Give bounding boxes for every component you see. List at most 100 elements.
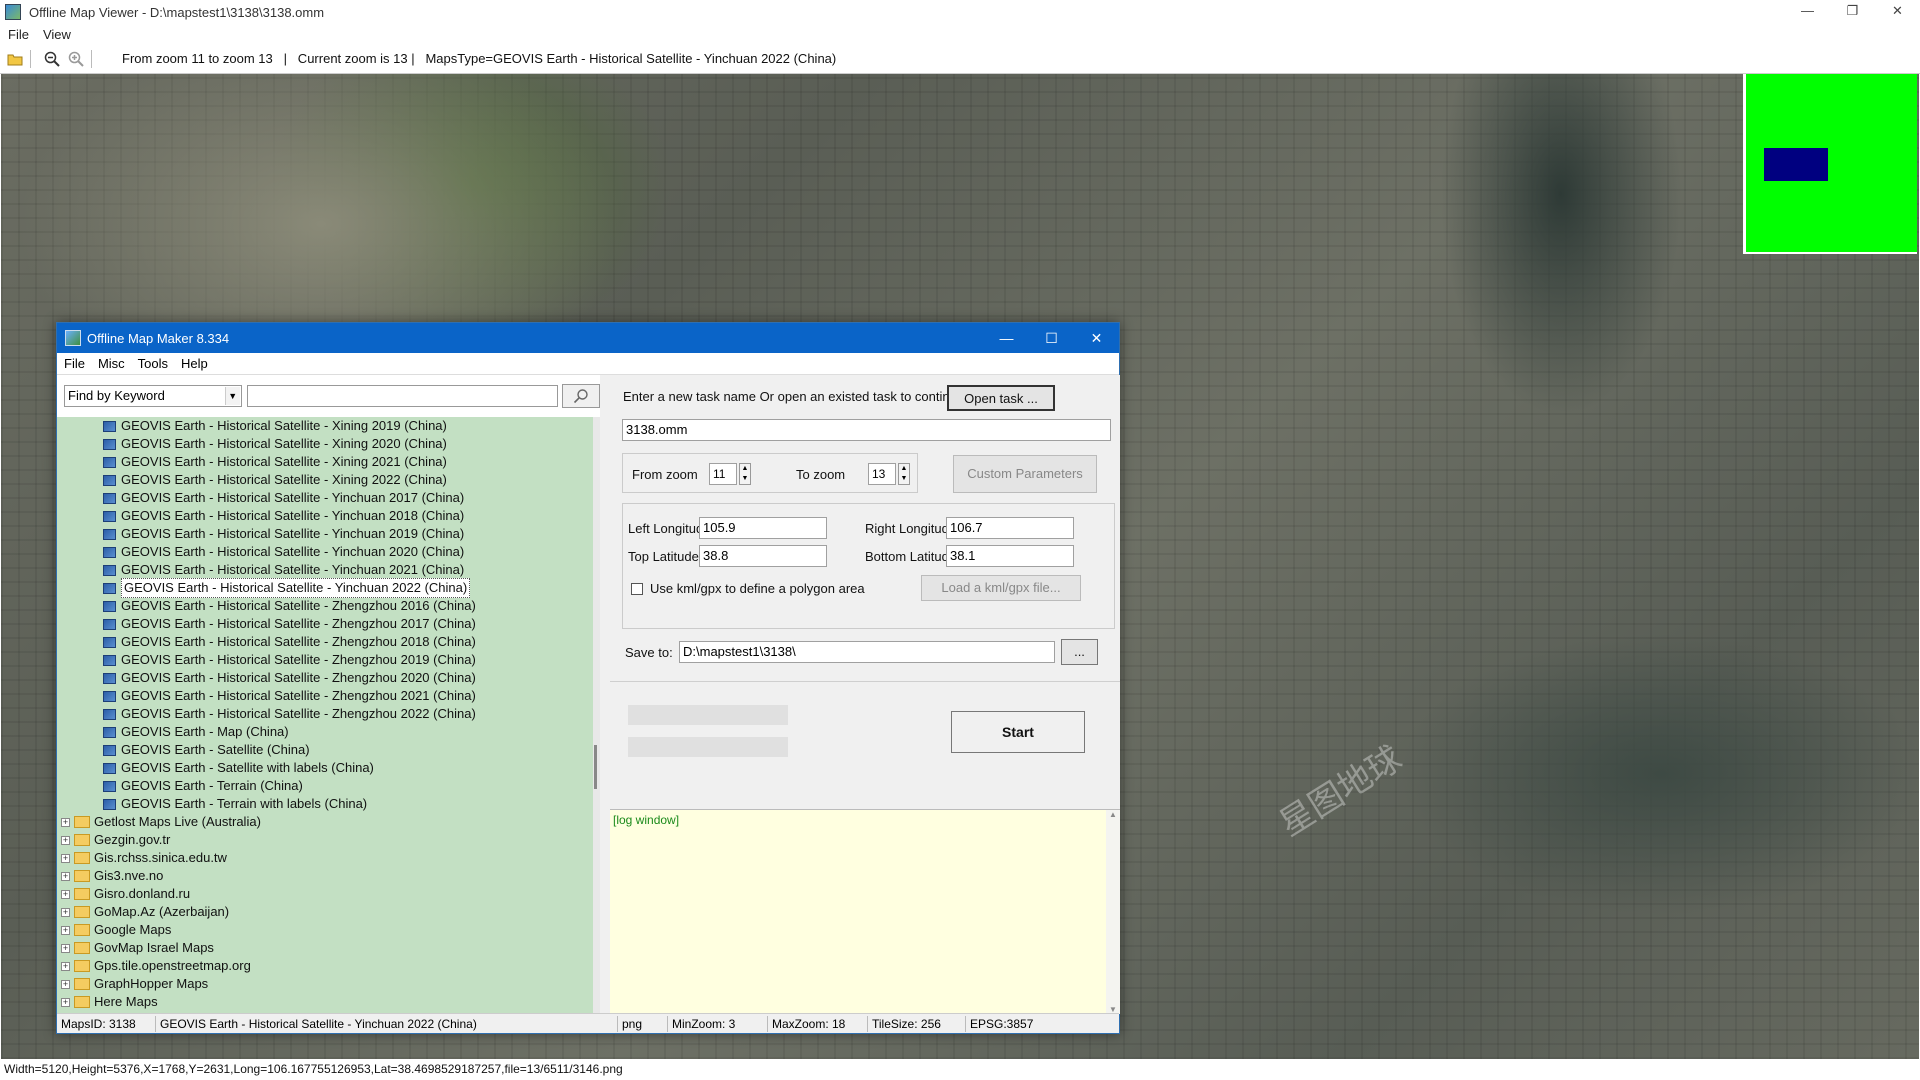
use-kml-label: Use kml/gpx to define a polygon area: [650, 581, 865, 596]
tree-map-item[interactable]: GEOVIS Earth - Map (China): [57, 723, 593, 741]
chevron-down-icon[interactable]: ▼: [224, 387, 240, 405]
minimize-button[interactable]: —: [1785, 0, 1830, 24]
find-mode-select[interactable]: Find by Keyword ▼: [64, 385, 242, 407]
tree-map-item[interactable]: GEOVIS Earth - Historical Satellite - Yi…: [57, 543, 593, 561]
expand-icon[interactable]: +: [61, 871, 70, 881]
from-zoom-stepper[interactable]: ▲ ▼: [739, 463, 751, 485]
expand-icon[interactable]: +: [61, 817, 70, 827]
tree-folder-item[interactable]: + Getlost Maps Live (Australia): [57, 813, 593, 831]
map-icon: [103, 798, 116, 810]
menu-help[interactable]: Help: [181, 356, 208, 371]
expand-icon[interactable]: +: [61, 853, 70, 863]
tree-map-item[interactable]: GEOVIS Earth - Terrain with labels (Chin…: [57, 795, 593, 813]
folder-icon: [74, 888, 90, 900]
open-folder-icon[interactable]: [6, 50, 24, 68]
bottom-latitude-input[interactable]: 38.1: [946, 545, 1074, 567]
custom-parameters-button[interactable]: Custom Parameters: [953, 455, 1097, 493]
tree-map-item[interactable]: GEOVIS Earth - Satellite (China): [57, 741, 593, 759]
tree-map-item[interactable]: GEOVIS Earth - Historical Satellite - Xi…: [57, 435, 593, 453]
open-task-button[interactable]: Open task ...: [947, 385, 1055, 411]
save-to-input[interactable]: D:\mapstest1\3138\: [679, 641, 1055, 663]
tree-map-item[interactable]: GEOVIS Earth - Historical Satellite - Yi…: [57, 578, 593, 598]
zoom-out-icon[interactable]: [43, 50, 61, 68]
tree-map-item[interactable]: GEOVIS Earth - Terrain (China): [57, 777, 593, 795]
tree-map-item[interactable]: GEOVIS Earth - Historical Satellite - Xi…: [57, 417, 593, 435]
task-name-input[interactable]: 3138.omm: [622, 419, 1111, 441]
tree-map-item[interactable]: GEOVIS Earth - Historical Satellite - Zh…: [57, 615, 593, 633]
menu-file[interactable]: File: [8, 27, 29, 42]
tree-folder-item[interactable]: + GraphHopper Maps: [57, 975, 593, 993]
dialog-close-button[interactable]: ✕: [1074, 323, 1119, 353]
tree-map-item[interactable]: GEOVIS Earth - Historical Satellite - Xi…: [57, 471, 593, 489]
tree-folder-item[interactable]: + Gis.rchss.sinica.edu.tw: [57, 849, 593, 867]
tree-map-item[interactable]: GEOVIS Earth - Historical Satellite - Yi…: [57, 507, 593, 525]
status-maps-id: MapsID: 3138: [61, 1017, 136, 1031]
left-longitude-input[interactable]: 105.9: [699, 517, 827, 539]
tree-folder-item[interactable]: + Gis3.nve.no: [57, 867, 593, 885]
expand-icon[interactable]: +: [61, 961, 70, 971]
task-settings-panel: Enter a new task name Or open an existed…: [610, 375, 1120, 1014]
log-scrollbar[interactable]: ▲ ▼: [1106, 810, 1120, 1014]
use-kml-checkbox[interactable]: [631, 583, 643, 595]
tree-folder-item[interactable]: + Here Maps: [57, 993, 593, 1011]
right-longitude-input[interactable]: 106.7: [946, 517, 1074, 539]
tree-map-item[interactable]: GEOVIS Earth - Historical Satellite - Zh…: [57, 633, 593, 651]
overview-minimap[interactable]: [1743, 74, 1917, 254]
dialog-minimize-button[interactable]: —: [984, 323, 1029, 353]
tree-folder-item[interactable]: + Gps.tile.openstreetmap.org: [57, 957, 593, 975]
tree-map-item[interactable]: GEOVIS Earth - Satellite with labels (Ch…: [57, 759, 593, 777]
zoom-in-icon[interactable]: [67, 50, 85, 68]
folder-icon: [74, 924, 90, 936]
to-zoom-input[interactable]: 13: [868, 463, 896, 485]
map-icon: [103, 762, 116, 774]
to-zoom-stepper[interactable]: ▲ ▼: [898, 463, 910, 485]
status-bar: Width=5120,Height=5376,X=1768,Y=2631,Lon…: [0, 1059, 1920, 1080]
expand-icon[interactable]: +: [61, 979, 70, 989]
tree-folder-item[interactable]: + GovMap Israel Maps: [57, 939, 593, 957]
folder-icon: [74, 996, 90, 1008]
minimap-viewport[interactable]: [1764, 148, 1828, 181]
dialog-maximize-button[interactable]: ☐: [1029, 323, 1074, 353]
expand-icon[interactable]: +: [61, 997, 70, 1007]
close-button[interactable]: ✕: [1875, 0, 1920, 24]
start-button[interactable]: Start: [951, 711, 1085, 753]
map-source-panel: Find by Keyword ▼ GEOVIS Earth - Histori…: [57, 375, 601, 1013]
tree-map-item[interactable]: GEOVIS Earth - Historical Satellite - Yi…: [57, 489, 593, 507]
tree-folder-item[interactable]: + Gezgin.gov.tr: [57, 831, 593, 849]
browse-button[interactable]: ...: [1061, 639, 1098, 665]
menu-view[interactable]: View: [43, 27, 71, 42]
from-zoom-label: From zoom: [632, 467, 698, 482]
menu-file[interactable]: File: [64, 356, 85, 371]
expand-icon[interactable]: +: [61, 925, 70, 935]
menu-tools[interactable]: Tools: [138, 356, 168, 371]
load-kml-button[interactable]: Load a kml/gpx file...: [921, 575, 1081, 601]
maximize-button[interactable]: ❐: [1830, 0, 1875, 24]
tree-map-item[interactable]: GEOVIS Earth - Historical Satellite - Zh…: [57, 597, 593, 615]
tree-map-item[interactable]: GEOVIS Earth - Historical Satellite - Yi…: [57, 525, 593, 543]
keyword-input[interactable]: [246, 385, 559, 407]
map-source-tree[interactable]: GEOVIS Earth - Historical Satellite - Xi…: [57, 417, 593, 1013]
menu-misc[interactable]: Misc: [98, 356, 125, 371]
tree-map-item[interactable]: GEOVIS Earth - Historical Satellite - Zh…: [57, 669, 593, 687]
from-zoom-input[interactable]: 11: [709, 463, 737, 485]
tree-folder-item[interactable]: + GoMap.Az (Azerbaijan): [57, 903, 593, 921]
tree-scrollbar[interactable]: [593, 417, 600, 1013]
scroll-up-icon[interactable]: ▲: [1106, 810, 1120, 819]
expand-icon[interactable]: +: [61, 907, 70, 917]
expand-icon[interactable]: +: [61, 835, 70, 845]
status-separator: [767, 1016, 768, 1032]
expand-icon[interactable]: +: [61, 889, 70, 899]
tree-map-item[interactable]: GEOVIS Earth - Historical Satellite - Zh…: [57, 651, 593, 669]
tree-folder-item[interactable]: + Gisro.donland.ru: [57, 885, 593, 903]
log-window[interactable]: [log window] ▲ ▼: [610, 809, 1120, 1014]
tree-map-item[interactable]: GEOVIS Earth - Historical Satellite - Zh…: [57, 687, 593, 705]
tree-folder-item[interactable]: + Google Maps: [57, 921, 593, 939]
tree-map-item[interactable]: GEOVIS Earth - Historical Satellite - Xi…: [57, 453, 593, 471]
tree-map-item[interactable]: GEOVIS Earth - Historical Satellite - Zh…: [57, 705, 593, 723]
expand-icon[interactable]: +: [61, 943, 70, 953]
scrollbar-thumb[interactable]: [594, 745, 597, 789]
search-button[interactable]: [562, 384, 601, 408]
top-latitude-input[interactable]: 38.8: [699, 545, 827, 567]
status-separator: [867, 1016, 868, 1032]
tree-map-item[interactable]: GEOVIS Earth - Historical Satellite - Yi…: [57, 561, 593, 579]
